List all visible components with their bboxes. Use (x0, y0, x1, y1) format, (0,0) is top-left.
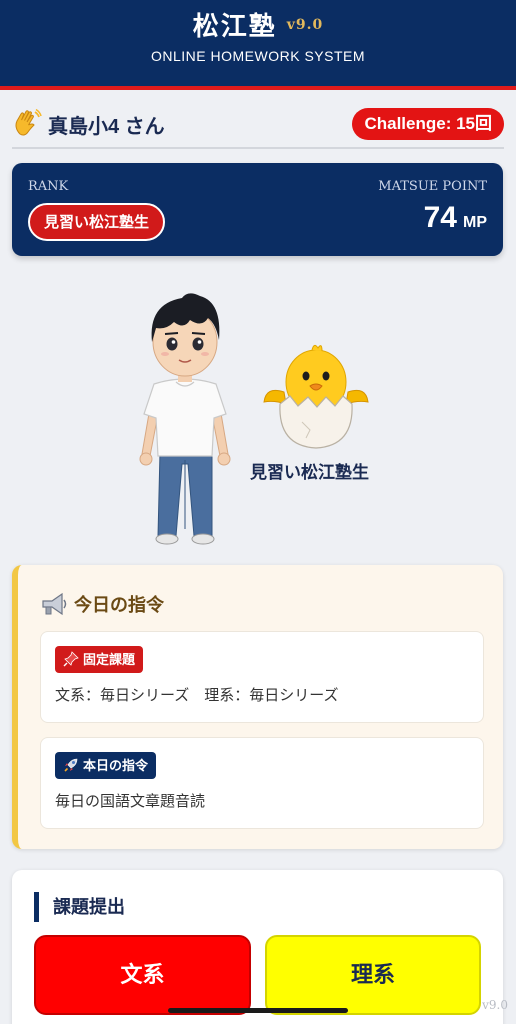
app-title-row: 松江塾 v9.0 (0, 0, 516, 42)
app-subtitle: ONLINE HOMEWORK SYSTEM (150, 48, 366, 64)
rank-label: RANK (28, 179, 69, 194)
point-row: 74 MP (424, 201, 487, 235)
app-header: 松江塾 v9.0 ONLINE HOMEWORK SYSTEM (0, 0, 516, 90)
point-label: MATSUE POINT (378, 179, 487, 194)
today-task-tag-label: 本日の指令 (83, 758, 149, 773)
today-task-box: 本日の指令 毎日の国語文章題音読 (40, 737, 484, 829)
point-value: 74 (423, 201, 457, 234)
avatar-area: 見習い松江塾生 (0, 280, 516, 550)
megaphone-icon (42, 592, 67, 616)
home-indicator[interactable] (168, 1008, 348, 1013)
fixed-task-tag: 固定課題 (55, 646, 144, 673)
footer-version: v9.0 (482, 998, 508, 1012)
app-version: v9.0 (286, 16, 324, 33)
today-task-text: 毎日の国語文章題音読 (55, 792, 206, 810)
boy-avatar (139, 293, 231, 545)
rikei-submit-button[interactable]: 理系 (265, 935, 481, 1015)
point-unit: MP (463, 214, 487, 231)
rank-caption: 見習い松江塾生 (250, 463, 369, 483)
fixed-task-text: 文系：毎日シリーズ 理系：毎日シリーズ (55, 686, 339, 704)
user-row: 真島小4 さん Challenge: 15回 (12, 106, 504, 142)
user-name: 真島小4 さん (48, 116, 165, 138)
rank-badge: 見習い松江塾生 (28, 203, 166, 241)
fixed-task-tag-label: 固定課題 (83, 652, 136, 667)
rocket-icon (64, 758, 78, 772)
pushpin-icon (63, 651, 79, 667)
rank-card: RANK 見習い松江塾生 MATSUE POINT 74 MP (12, 163, 503, 256)
submission-card: 課題提出 文系 理系 (12, 870, 503, 1024)
mission-card: 今日の指令 固定課題 文系：毎日シリーズ 理系：毎日シリーズ 本日の指令 毎日の… (12, 565, 503, 849)
user-divider (12, 147, 504, 149)
bunkei-submit-button[interactable]: 文系 (34, 935, 251, 1015)
challenge-badge: Challenge: 15回 (352, 108, 504, 140)
today-task-tag: 本日の指令 (55, 752, 157, 779)
hatching-chick-icon (263, 344, 369, 449)
submission-title: 課題提出 (34, 892, 125, 922)
app-title: 松江塾 (192, 12, 277, 42)
mission-title: 今日の指令 (74, 595, 164, 616)
waving-hand-icon (15, 108, 42, 136)
fixed-task-box: 固定課題 文系：毎日シリーズ 理系：毎日シリーズ (40, 631, 484, 723)
